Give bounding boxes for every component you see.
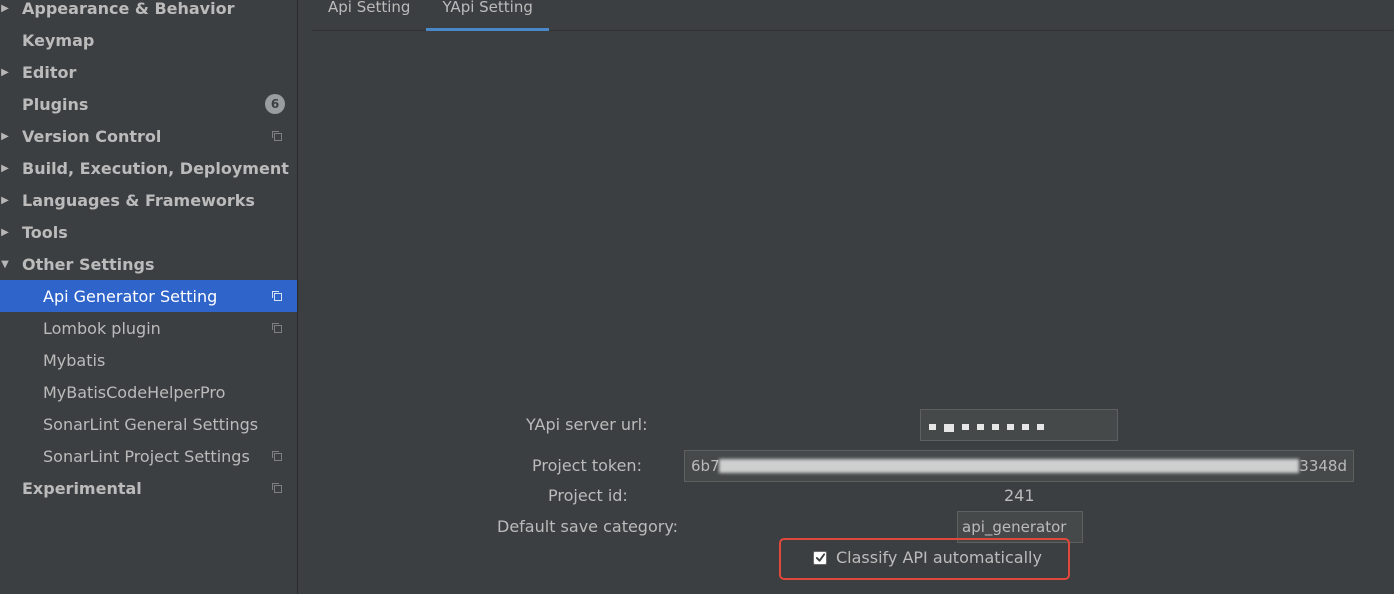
sidebar-item-label: Lombok plugin [43, 318, 161, 338]
settings-sidebar: ▶ Appearance & Behavior Keymap ▶ Editor Plugi… [0, 0, 298, 594]
sidebar-item-label: Plugins [22, 94, 89, 114]
sidebar-item-label: Appearance & Behavior [22, 0, 235, 18]
tab-yapi-setting[interactable]: YApi Setting [426, 0, 550, 31]
chevron-right-icon[interactable]: ▶ [0, 3, 10, 14]
tab-api-setting[interactable]: Api Setting [312, 0, 426, 30]
sidebar-item-mybatiscodehelperpro[interactable]: MyBatisCodeHelperPro [0, 376, 297, 408]
project-token-input[interactable]: 6b7 3348d [684, 450, 1354, 482]
sidebar-item-label: Editor [22, 62, 77, 82]
sidebar-item-experimental[interactable]: Experimental [0, 472, 297, 504]
server-url-input[interactable] [920, 409, 1118, 441]
sidebar-item-label: Experimental [22, 478, 142, 498]
default-category-label: Default save category: [497, 517, 679, 536]
chevron-right-icon[interactable]: ▶ [0, 67, 10, 78]
classify-api-checkbox-row[interactable]: Classify API automatically [813, 548, 1042, 567]
sidebar-item-build-execution-deployment[interactable]: ▶ Build, Execution, Deployment [0, 152, 297, 184]
copy-icon [272, 483, 282, 493]
sidebar-item-label: Languages & Frameworks [22, 190, 255, 210]
server-url-masked-value [929, 424, 1044, 432]
sidebar-item-label: Tools [22, 222, 68, 242]
sidebar-item-other-settings[interactable]: ▼ Other Settings [0, 248, 297, 280]
sidebar-item-label: SonarLint General Settings [43, 414, 259, 434]
checkmark-icon [815, 553, 825, 562]
tab-api-setting-label: Api Setting [328, 0, 411, 16]
sidebar-item-api-generator-setting[interactable]: Api Generator Setting [0, 280, 297, 312]
chevron-right-icon[interactable]: ▶ [0, 163, 10, 174]
update-count-badge: 6 [265, 94, 285, 114]
server-url-label: YApi server url: [526, 415, 648, 434]
tab-bar: Api Setting YApi Setting [312, 0, 1394, 31]
sidebar-item-keymap[interactable]: Keymap [0, 24, 297, 56]
sidebar-item-label: Api Generator Setting [43, 286, 218, 306]
project-token-value-end: 3348d [1299, 457, 1347, 475]
sidebar-item-mybatis[interactable]: Mybatis [0, 344, 297, 376]
sidebar-item-sonarlint-general-settings[interactable]: SonarLint General Settings [0, 408, 297, 440]
sidebar-item-label: Build, Execution, Deployment [22, 158, 289, 178]
chevron-right-icon[interactable]: ▶ [0, 131, 10, 142]
sidebar-item-version-control[interactable]: ▶ Version Control [0, 120, 297, 152]
sidebar-item-label: MyBatisCodeHelperPro [43, 382, 226, 402]
classify-api-checkbox[interactable] [813, 550, 827, 565]
sidebar-item-label: Other Settings [22, 254, 155, 274]
copy-icon [272, 323, 282, 333]
sidebar-item-plugins[interactable]: Plugins 6 [0, 88, 297, 120]
sidebar-item-label: Version Control [22, 126, 162, 146]
project-token-value-start: 6b7 [691, 457, 720, 475]
sidebar-item-label: Keymap [22, 30, 95, 50]
project-id-label: Project id: [548, 486, 628, 505]
sidebar-item-lombok-plugin[interactable]: Lombok plugin [0, 312, 297, 344]
project-token-label: Project token: [532, 456, 642, 475]
chevron-right-icon[interactable]: ▶ [0, 227, 10, 238]
classify-api-label: Classify API automatically [836, 548, 1042, 567]
sidebar-item-label: SonarLint Project Settings [43, 446, 250, 466]
sidebar-item-label: Mybatis [43, 350, 106, 370]
copy-icon [272, 291, 282, 301]
tab-yapi-setting-label: YApi Setting [442, 0, 533, 16]
default-category-value: api_generator [962, 518, 1067, 536]
copy-icon [272, 451, 282, 461]
sidebar-item-languages-frameworks[interactable]: ▶ Languages & Frameworks [0, 184, 297, 216]
sidebar-item-editor[interactable]: ▶ Editor [0, 56, 297, 88]
sidebar-item-tools[interactable]: ▶ Tools [0, 216, 297, 248]
chevron-right-icon[interactable]: ▶ [0, 195, 10, 206]
project-id-value: 241 [1004, 486, 1035, 505]
chevron-down-icon[interactable]: ▼ [0, 259, 10, 270]
project-token-redaction [719, 459, 1299, 473]
copy-icon [272, 131, 282, 141]
sidebar-item-appearance-behavior[interactable]: ▶ Appearance & Behavior [0, 0, 297, 24]
settings-content: Api Setting YApi Setting YApi server url… [298, 0, 1394, 594]
sidebar-item-sonarlint-project-settings[interactable]: SonarLint Project Settings [0, 440, 297, 472]
